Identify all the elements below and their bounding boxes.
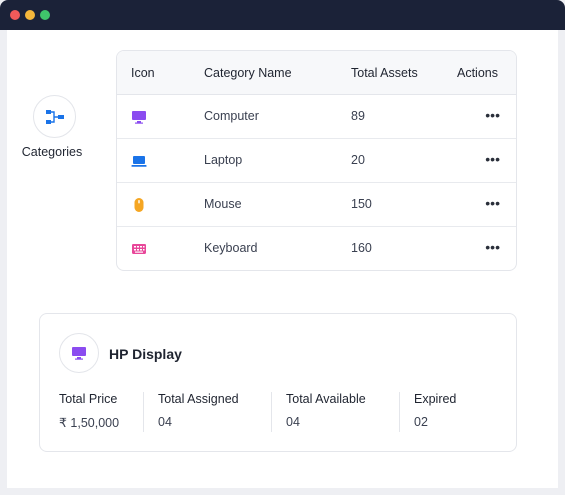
categories-table: Icon Category Name Total Assets Actions …	[116, 50, 517, 271]
divider	[399, 392, 400, 432]
header-actions: Actions	[457, 66, 498, 80]
total-assets: 150	[351, 197, 372, 211]
stat-value: ₹ 1,50,000	[59, 416, 120, 430]
total-assets: 20	[351, 153, 365, 167]
stat-total-available: Total Available 04	[286, 392, 366, 432]
table-header: Icon Category Name Total Assets Actions	[117, 51, 516, 95]
divider	[271, 392, 272, 432]
stat-label: Total Price	[59, 392, 118, 406]
total-assets: 89	[351, 109, 365, 123]
header-category-name: Category Name	[204, 66, 292, 80]
stat-label: Total Available	[286, 392, 366, 406]
more-actions-icon[interactable]: •••	[485, 239, 500, 255]
keyboard-icon	[132, 244, 146, 254]
stat-value: 04	[158, 415, 172, 429]
stat-label: Total Assigned	[158, 392, 239, 406]
table-row[interactable]: Mouse 150 •••	[117, 183, 516, 227]
stat-label: Expired	[414, 392, 457, 406]
table-row[interactable]: Keyboard 160 •••	[117, 227, 516, 270]
stat-total-price: Total Price ₹ 1,50,000	[59, 392, 119, 432]
close-window-button[interactable]	[10, 10, 20, 20]
header-icon: Icon	[131, 66, 155, 80]
hierarchy-icon	[45, 109, 64, 124]
category-name: Computer	[204, 109, 259, 123]
stat-total-assigned: Total Assigned 04	[158, 392, 239, 432]
more-actions-icon[interactable]: •••	[485, 151, 500, 167]
stat-value: 02	[414, 415, 428, 429]
stat-value: 04	[286, 415, 300, 429]
table-row[interactable]: Laptop 20 •••	[117, 139, 516, 183]
mouse-icon	[134, 198, 144, 212]
header-total-assets: Total Assets	[351, 66, 418, 80]
app-window: Categories Icon Category Name Total Asse…	[0, 0, 565, 495]
asset-title: HP Display	[109, 346, 182, 362]
stat-expired: Expired 02	[414, 392, 456, 432]
laptop-icon	[131, 156, 147, 167]
divider	[143, 392, 144, 432]
total-assets: 160	[351, 241, 372, 255]
categories-icon-tile[interactable]	[33, 95, 76, 138]
category-name: Keyboard	[204, 241, 258, 255]
category-name: Laptop	[204, 153, 243, 167]
monitor-icon	[72, 347, 86, 360]
categories-label: Categories	[21, 145, 83, 159]
more-actions-icon[interactable]: •••	[485, 195, 500, 211]
title-bar	[0, 0, 565, 30]
table-row[interactable]: Computer 89 •••	[117, 95, 516, 139]
detail-icon-tile	[59, 333, 99, 373]
monitor-icon	[132, 111, 146, 124]
category-name: Mouse	[204, 197, 242, 211]
minimize-window-button[interactable]	[25, 10, 35, 20]
more-actions-icon[interactable]: •••	[485, 107, 500, 123]
asset-detail-card: HP Display Total Price ₹ 1,50,000 Total …	[39, 313, 517, 452]
maximize-window-button[interactable]	[40, 10, 50, 20]
